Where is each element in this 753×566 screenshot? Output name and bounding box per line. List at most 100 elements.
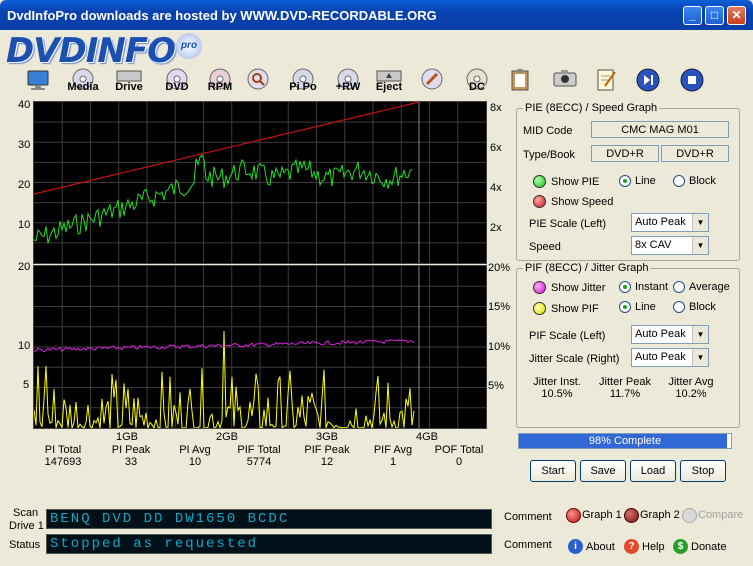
stat-value: 0 [455, 456, 463, 468]
pie-scale-label: PIE Scale (Left) [529, 218, 607, 230]
stat-label: PI Total [44, 444, 82, 456]
stat-label: PIF Avg [373, 444, 413, 456]
monitor-icon [27, 70, 49, 90]
toolbar-eject-button[interactable]: Eject [374, 68, 404, 98]
tick-label: 1GB [116, 431, 139, 443]
donate-label: Donate [691, 541, 727, 553]
tick-label: 40 [18, 99, 31, 111]
jitter-instant-radio[interactable] [619, 281, 631, 293]
camera-icon [553, 70, 577, 87]
panel-title: PIF (8ECC) / Jitter Graph [523, 262, 651, 274]
pie-scale-select[interactable]: Auto Peak ▼ [631, 213, 709, 232]
logo: DVDINFO pro [6, 31, 206, 71]
stat-pof-total: POF Total 0 [424, 444, 494, 468]
progress-text: 98% Complete [588, 435, 662, 447]
stop-button[interactable]: Stop [680, 460, 726, 482]
panel-title: PIE (8ECC) / Speed Graph [523, 102, 660, 114]
toolbar-dvd-button[interactable]: DVD [162, 68, 192, 98]
logo-text: DVDINFO [6, 31, 176, 71]
toolbar-dc-button[interactable]: DC [462, 68, 492, 98]
toolbar-rpm-button[interactable]: RPM [204, 68, 236, 98]
dollar-icon: $ [673, 539, 688, 554]
tools-icon [421, 68, 443, 90]
maximize-button[interactable]: □ [705, 6, 724, 25]
pif-jitter-graph [33, 265, 487, 429]
tick-label: 6x [490, 142, 502, 154]
stat-label: PI Peak [111, 444, 151, 456]
pie-speed-graph [33, 101, 487, 264]
stat-pif-avg: PIF Avg 1 [358, 444, 428, 468]
pie-block-radio[interactable] [673, 175, 685, 187]
chevron-down-icon: ▼ [692, 214, 708, 231]
toolbar-media-button[interactable]: Media [64, 68, 102, 98]
pif-scale-value: Auto Peak [635, 328, 686, 340]
toolbar-play-button[interactable] [636, 68, 660, 98]
red-dot-icon [566, 508, 581, 523]
stat-pi-peak: PI Peak 33 [96, 444, 166, 468]
stop-icon [680, 68, 704, 92]
tick-label: 5 [23, 379, 30, 391]
speed-label: Speed [529, 241, 561, 253]
jitter-color-swatch[interactable] [533, 281, 546, 294]
start-button[interactable]: Start [530, 460, 576, 482]
speed-select[interactable]: 8x CAV ▼ [631, 236, 709, 255]
toolbar-pipo-button[interactable]: Pi Po [286, 68, 320, 98]
pif-block-radio[interactable] [673, 301, 685, 313]
pie-scale-value: Auto Peak [635, 216, 686, 228]
average-label: Average [689, 281, 730, 293]
jitter-average-radio[interactable] [673, 281, 685, 293]
type-book-label: Type/Book [523, 149, 575, 161]
speed-color-swatch[interactable] [533, 195, 546, 208]
jitter-inst-stat: Jitter Inst. 10.5% [523, 376, 591, 400]
instant-label: Instant [635, 281, 669, 293]
mid-code-field: CMC MAG M01 [591, 121, 729, 138]
toolbar-camera-button[interactable] [552, 68, 578, 98]
jitter-scale-select[interactable]: Auto Peak ▼ [631, 348, 709, 367]
jitter-scale-label: Jitter Scale (Right) [529, 353, 620, 365]
toolbar-search-button[interactable] [246, 68, 270, 98]
toolbar-rw-button[interactable]: +RW [332, 68, 364, 98]
help-label: Help [642, 541, 665, 553]
load-button[interactable]: Load [630, 460, 676, 482]
toolbar-stop-button[interactable] [680, 68, 704, 98]
jitter-peak-stat: Jitter Peak 11.7% [591, 376, 659, 400]
stat-value: 1 [389, 456, 397, 468]
drive-label: Drive 1 [9, 520, 44, 532]
toolbar-label: RPM [207, 81, 233, 93]
show-speed-label[interactable]: Show Speed [551, 196, 613, 208]
show-jitter-label[interactable]: Show Jitter [551, 282, 605, 294]
tick-label: 5% [488, 380, 504, 392]
show-pif-label[interactable]: Show PIF [551, 303, 599, 315]
mid-code-label: MID Code [523, 125, 573, 137]
toolbar-drive-button[interactable]: Drive [112, 68, 146, 98]
show-pie-label[interactable]: Show PIE [551, 176, 599, 188]
stat-label: PI Avg [179, 444, 211, 456]
toolbar-notes-button[interactable] [594, 68, 618, 98]
toolbar-label: DVD [165, 81, 189, 93]
pif-color-swatch[interactable] [533, 302, 546, 315]
pie-line-radio[interactable] [619, 175, 631, 187]
type-field: DVD+R [591, 145, 659, 162]
toolbar-tools-button[interactable] [420, 68, 444, 98]
tick-label: 2x [490, 222, 502, 234]
tick-label: 10 [18, 340, 31, 352]
stat-value: 33 [124, 456, 138, 468]
tick-label: 3GB [316, 431, 339, 443]
toolbar-clipboard-button[interactable] [508, 68, 532, 98]
toolbar-monitor-button[interactable] [26, 68, 50, 98]
stat-label: Jitter Peak [599, 376, 651, 388]
status-label: Status [9, 539, 41, 551]
stat-pi-avg: PI Avg 10 [160, 444, 230, 468]
pie-color-swatch[interactable] [533, 175, 546, 188]
close-button[interactable]: ✕ [727, 6, 746, 25]
save-button[interactable]: Save [580, 460, 626, 482]
title-bar[interactable]: DvdInfoPro downloads are hosted by WWW.D… [0, 0, 753, 30]
minimize-button[interactable]: _ [683, 6, 702, 25]
pif-scale-select[interactable]: Auto Peak ▼ [631, 325, 709, 344]
pif-line-radio[interactable] [619, 301, 631, 313]
status-display: Stopped as requested [46, 534, 492, 554]
tick-label: 20 [18, 179, 31, 191]
pif-jitter-panel: PIF (8ECC) / Jitter Graph Show Jitter In… [516, 262, 740, 428]
block-label: Block [689, 301, 716, 313]
disabled-dot-icon [682, 508, 697, 523]
